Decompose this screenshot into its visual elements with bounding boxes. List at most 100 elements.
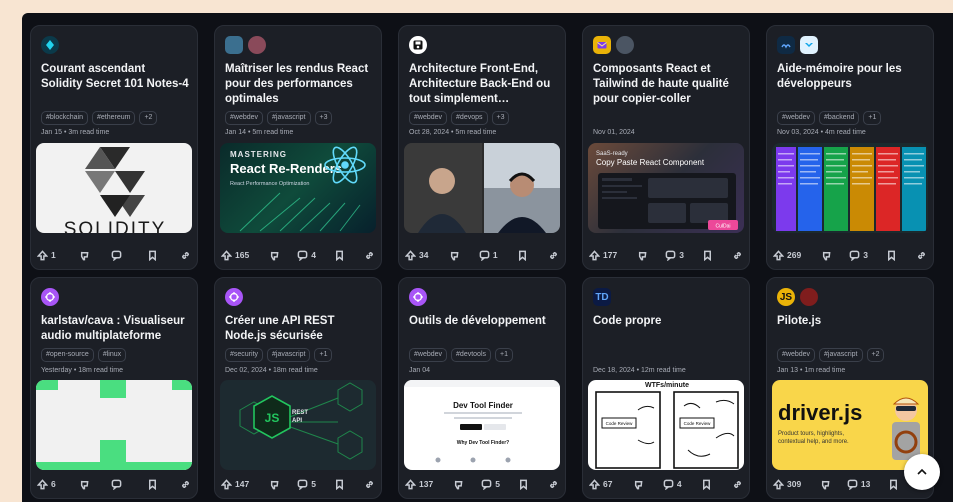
downvote-button[interactable] [78, 479, 89, 490]
upvote-button[interactable]: 34 [405, 249, 428, 261]
downvote-button[interactable] [636, 250, 647, 261]
tag-more[interactable]: +3 [491, 111, 510, 125]
source-avatar[interactable] [593, 36, 611, 54]
post-cover-image[interactable] [404, 143, 560, 233]
post-title[interactable]: Courant ascendant Solidity Secret 101 No… [41, 62, 189, 92]
tag[interactable]: #blockchain [41, 111, 88, 125]
comments-button[interactable]: 5 [297, 479, 316, 490]
downvote-button[interactable] [819, 479, 830, 490]
tag-more[interactable]: +3 [314, 111, 333, 125]
post-title[interactable]: Pilote.js [777, 314, 925, 329]
tag[interactable]: #javascript [819, 348, 863, 362]
copy-link-button[interactable] [732, 479, 743, 490]
post-title[interactable]: Aide-mémoire pour les développeurs [777, 62, 925, 92]
copy-link-button[interactable] [732, 250, 743, 261]
comments-button[interactable]: 3 [849, 250, 868, 261]
post-title[interactable]: Architecture Front-End, Architecture Bac… [409, 62, 557, 107]
bookmark-button[interactable] [888, 479, 899, 490]
post-cover-image[interactable]: driver.js Product tours, highlights, con… [772, 380, 928, 470]
upvote-button[interactable]: 269 [773, 249, 801, 261]
comments-button[interactable] [111, 250, 125, 261]
post-card-devtools[interactable]: Outils de développement #webdev #devtool… [398, 277, 566, 499]
post-card-tailwind[interactable]: Composants React et Tailwind de haute qu… [582, 25, 750, 270]
post-card-cava[interactable]: karlstav/cava : Visualiseur audio multip… [30, 277, 198, 499]
post-cover-image[interactable]: JS REST API [220, 380, 376, 470]
tag[interactable]: #javascript [267, 111, 311, 125]
upvote-button[interactable]: 1 [37, 249, 56, 261]
tag[interactable]: #webdev [777, 348, 816, 362]
upvote-button[interactable]: 6 [37, 478, 56, 490]
upvote-button[interactable]: 137 [405, 478, 433, 490]
tag[interactable]: #webdev [409, 111, 448, 125]
tag-more[interactable]: +1 [495, 348, 513, 362]
bookmark-button[interactable] [518, 479, 529, 490]
scroll-to-top-button[interactable] [904, 454, 940, 490]
upvote-button[interactable]: 67 [589, 478, 612, 490]
bookmark-button[interactable] [147, 479, 158, 490]
tag[interactable]: #devops [451, 111, 488, 125]
bookmark-button[interactable] [334, 250, 345, 261]
tag[interactable]: #webdev [409, 348, 448, 362]
bookmark-button[interactable] [701, 479, 712, 490]
bookmark-button[interactable] [517, 250, 528, 261]
downvote-button[interactable] [268, 250, 279, 261]
post-card-code-propre[interactable]: TD Code propre Dec 18, 2024 • 12m read t… [582, 277, 750, 499]
tag-more[interactable]: +1 [314, 348, 333, 362]
post-title[interactable]: Code propre [593, 314, 741, 329]
source-avatar[interactable] [777, 36, 795, 54]
post-title[interactable]: Composants React et Tailwind de haute qu… [593, 62, 741, 107]
copy-link-button[interactable] [180, 479, 191, 490]
downvote-button[interactable] [268, 479, 279, 490]
post-cover-image[interactable]: SOLIDITY [36, 143, 192, 233]
bookmark-button[interactable] [886, 250, 897, 261]
post-title[interactable]: karlstav/cava : Visualiseur audio multip… [41, 314, 189, 344]
tag[interactable]: #webdev [777, 111, 816, 125]
bookmark-button[interactable] [147, 250, 158, 261]
comments-button[interactable]: 4 [663, 479, 682, 490]
post-card-api-node[interactable]: Créer une API REST Node.js sécurisée #se… [214, 277, 382, 499]
downvote-button[interactable] [452, 479, 463, 490]
comments-button[interactable] [111, 479, 125, 490]
post-cover-image[interactable] [36, 380, 192, 470]
source-avatar[interactable] [409, 36, 427, 54]
downvote-button[interactable] [820, 250, 831, 261]
post-cover-image[interactable]: MASTERING React Re-Renders React Perform… [220, 143, 376, 233]
comments-button[interactable]: 4 [297, 250, 316, 261]
comments-button[interactable]: 13 [847, 479, 870, 490]
tag[interactable]: #security [225, 348, 264, 362]
comments-button[interactable]: 3 [665, 250, 684, 261]
tag[interactable]: #open-source [41, 348, 94, 362]
post-card-aide-memoire[interactable]: Aide-mémoire pour les développeurs #webd… [766, 25, 934, 270]
comments-button[interactable]: 5 [481, 479, 500, 490]
tag[interactable]: #javascript [267, 348, 311, 362]
source-avatar[interactable] [41, 36, 59, 54]
author-avatar[interactable] [248, 36, 266, 54]
tag-more[interactable]: +2 [866, 348, 885, 362]
tag[interactable]: #backend [819, 111, 860, 125]
source-avatar[interactable] [41, 288, 59, 306]
post-card-react-renders[interactable]: Maîtriser les rendus React pour des perf… [214, 25, 382, 270]
author-avatar[interactable] [800, 288, 818, 306]
author-avatar[interactable] [800, 36, 818, 54]
tag[interactable]: #ethereum [91, 111, 136, 125]
post-card-solidity[interactable]: Courant ascendant Solidity Secret 101 No… [30, 25, 198, 270]
upvote-button[interactable]: 177 [589, 249, 617, 261]
bookmark-button[interactable] [334, 479, 345, 490]
upvote-button[interactable]: 309 [773, 478, 801, 490]
post-cover-image[interactable] [772, 143, 928, 233]
tag-more[interactable]: +1 [863, 111, 882, 125]
tag-more[interactable]: +2 [139, 111, 158, 125]
copy-link-button[interactable] [364, 250, 375, 261]
post-title[interactable]: Outils de développement [409, 314, 557, 329]
post-title[interactable]: Créer une API REST Node.js sécurisée [225, 314, 373, 344]
bookmark-button[interactable] [702, 250, 713, 261]
copy-link-button[interactable] [180, 250, 191, 261]
copy-link-button[interactable] [548, 250, 559, 261]
post-cover-image[interactable]: WTFs/minute Code Review Code Review [588, 380, 744, 470]
source-avatar[interactable] [409, 288, 427, 306]
source-avatar[interactable]: JS [777, 288, 795, 306]
downvote-button[interactable] [448, 250, 459, 261]
copy-link-button[interactable] [916, 250, 927, 261]
post-cover-image[interactable]: Dev Tool Finder Why Dev Tool Finder? [404, 380, 560, 470]
post-card-architecture[interactable]: Architecture Front-End, Architecture Bac… [398, 25, 566, 270]
